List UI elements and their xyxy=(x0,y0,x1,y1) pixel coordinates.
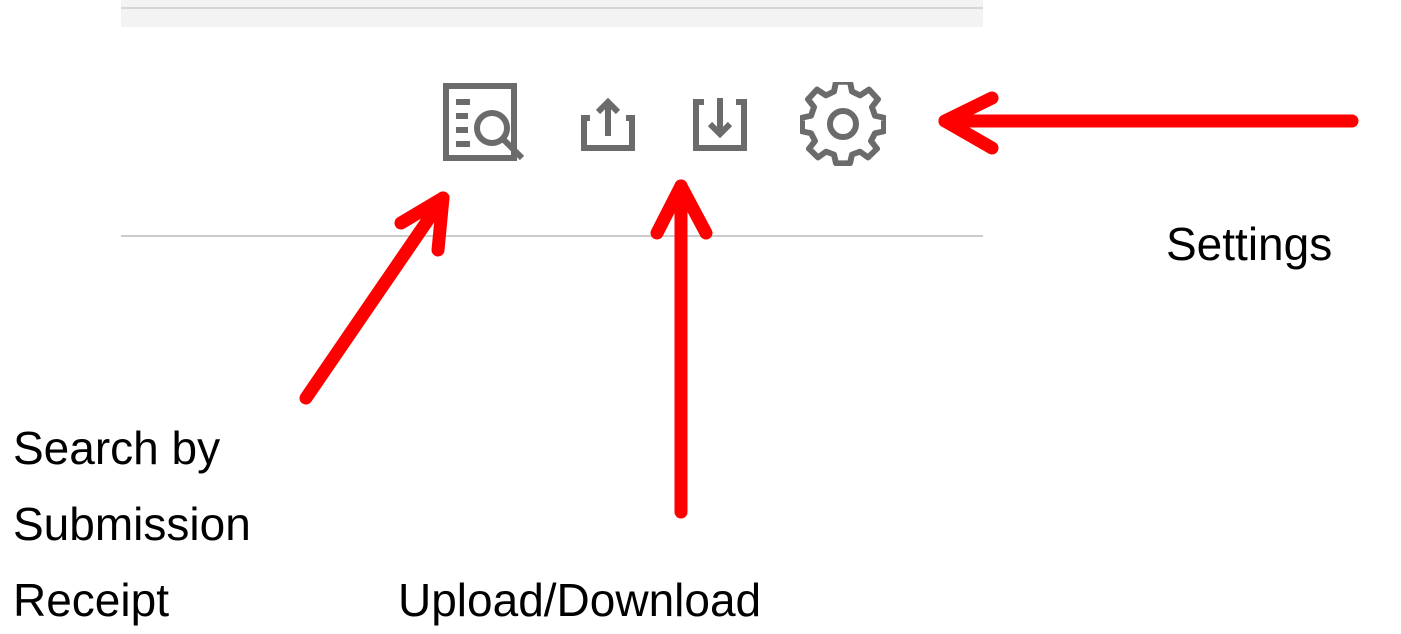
settings-button[interactable] xyxy=(800,82,886,166)
upload-download-label: Upload/Download xyxy=(398,574,762,626)
search-label-line-2: Submission xyxy=(13,498,251,550)
upload-button[interactable] xyxy=(578,92,638,154)
gear-icon xyxy=(800,82,886,166)
search-label-line-3: Receipt xyxy=(13,574,169,626)
upload-icon xyxy=(581,97,635,151)
toolbar-bottom-divider xyxy=(121,235,983,237)
search-receipt-button[interactable] xyxy=(440,80,530,168)
search-document-icon xyxy=(443,83,525,161)
toolbar-top-divider xyxy=(121,7,983,9)
settings-label: Settings xyxy=(1166,218,1333,270)
download-icon xyxy=(693,98,747,151)
search-label-line-1: Search by xyxy=(13,422,221,474)
toolbar-top-shade xyxy=(121,0,983,27)
download-button[interactable] xyxy=(690,92,750,154)
